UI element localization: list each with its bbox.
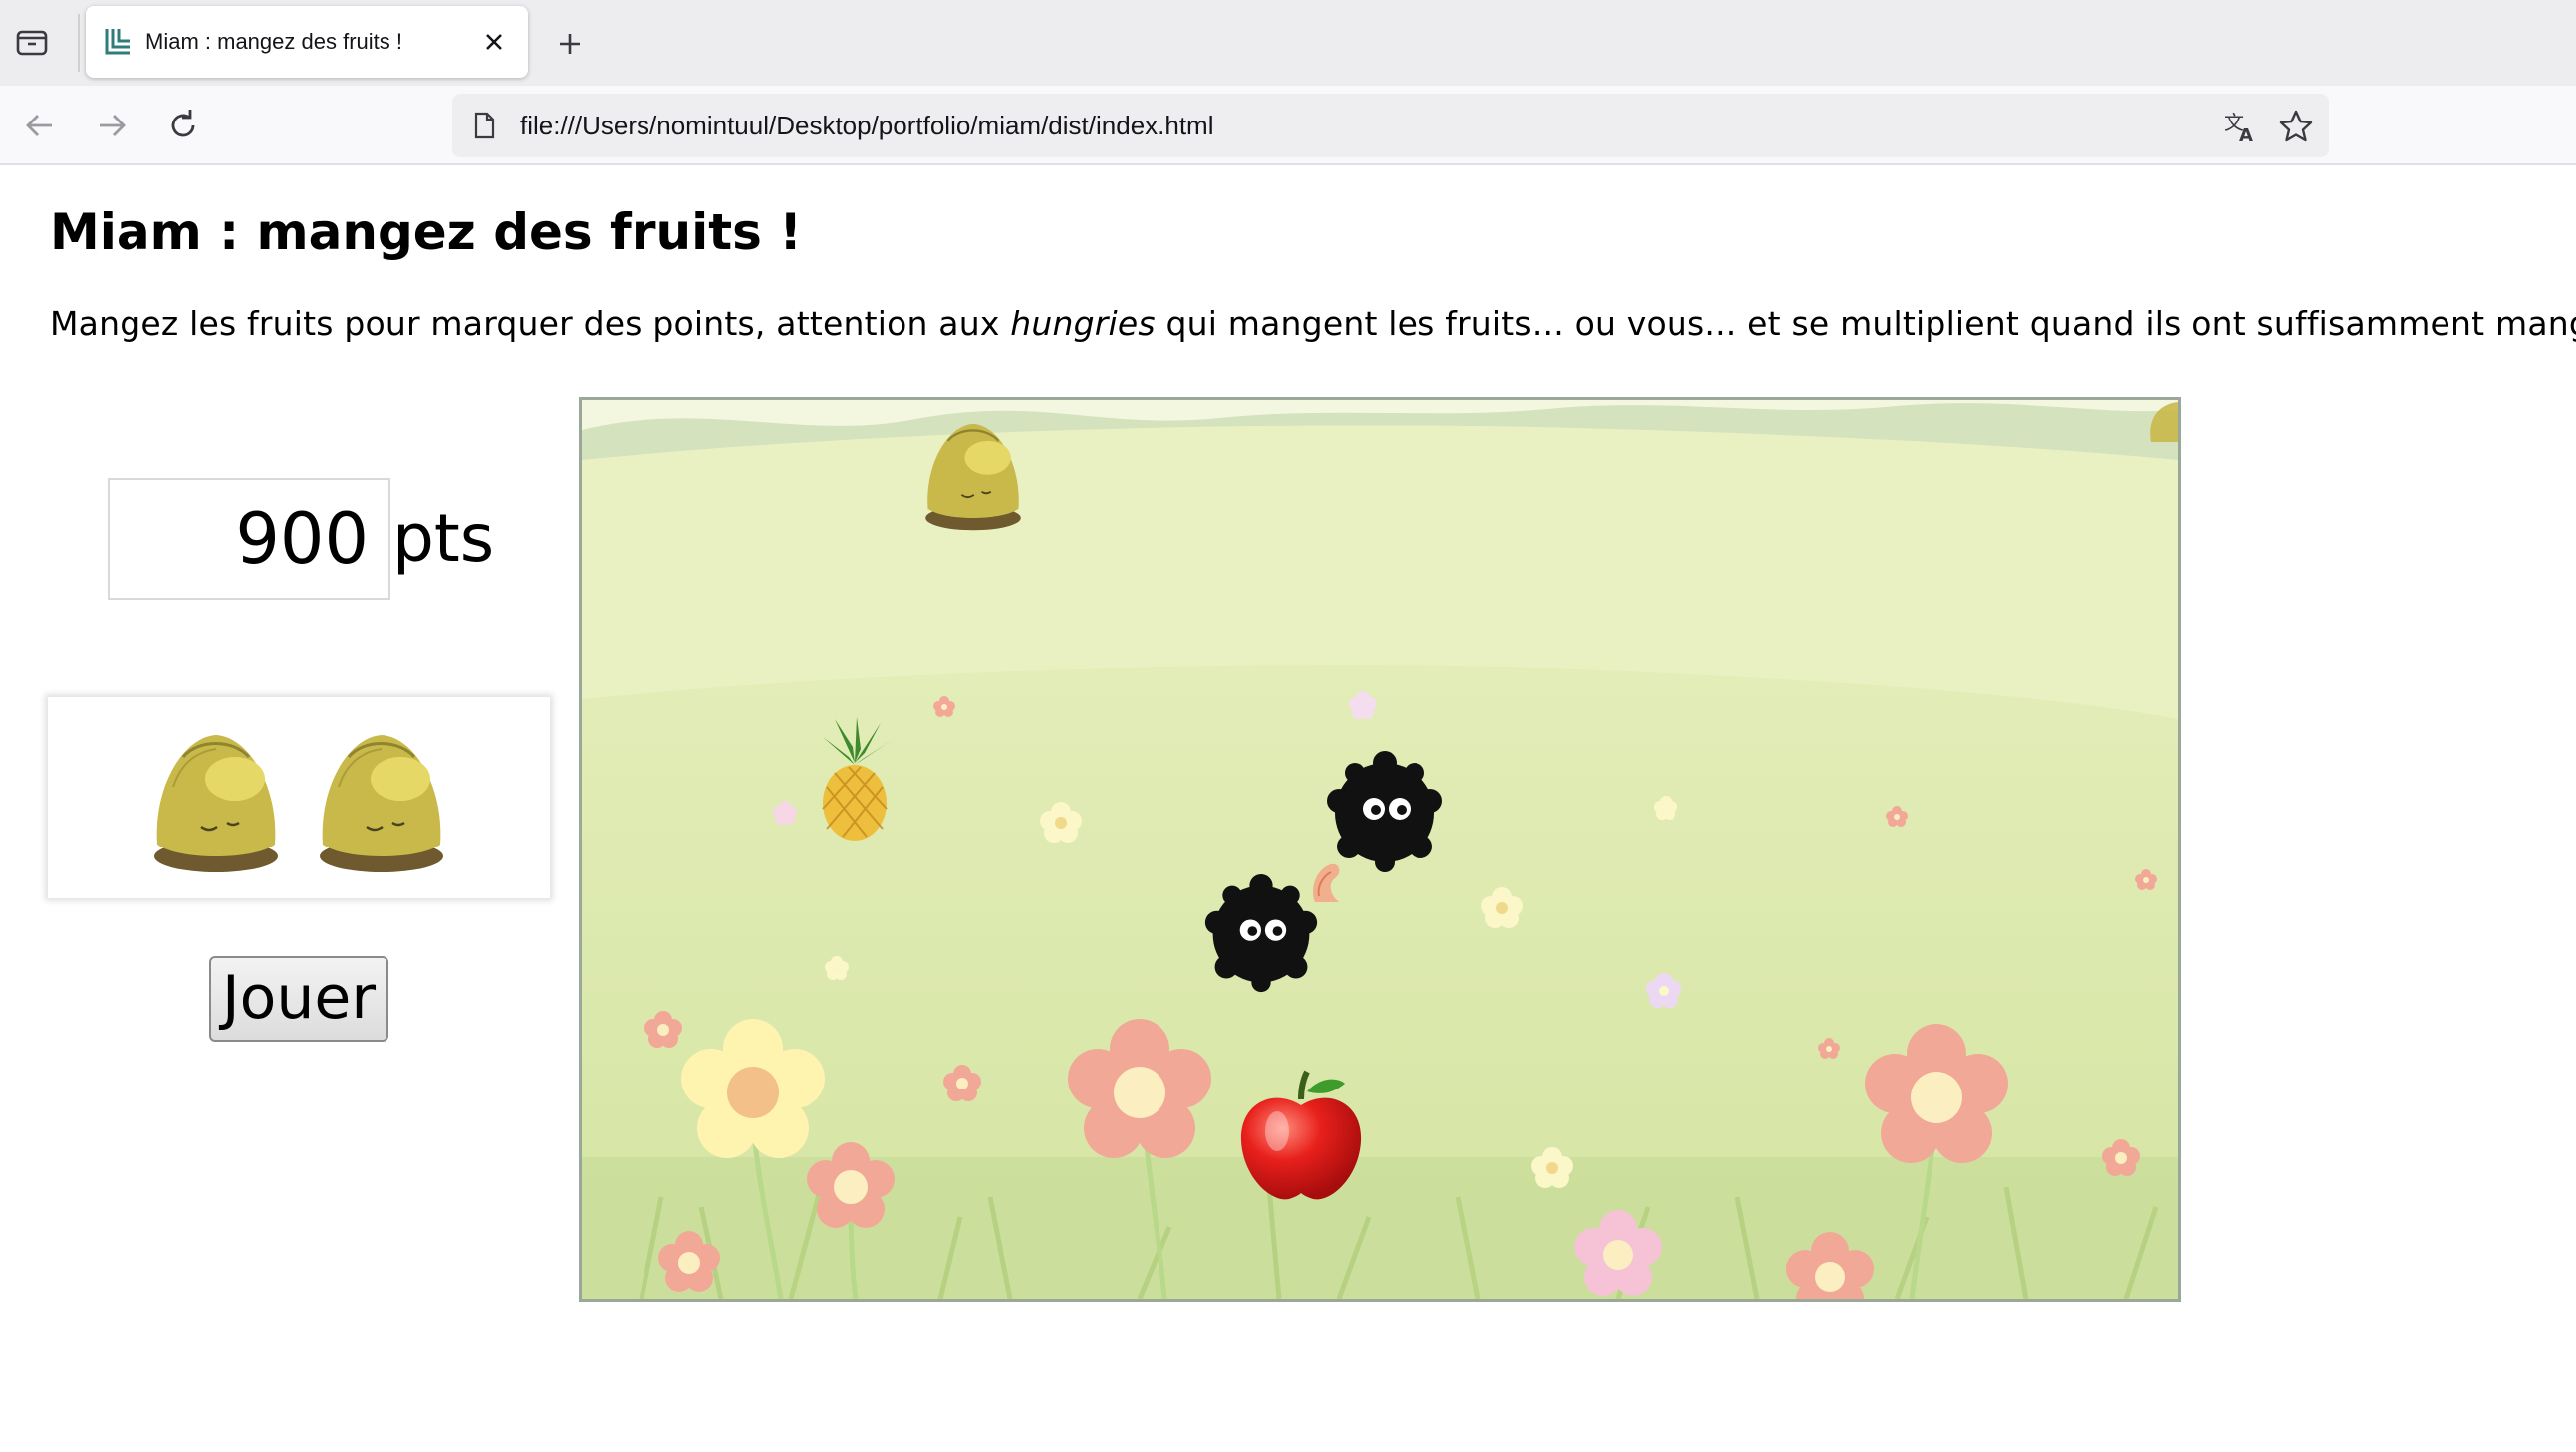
- back-arrow-icon[interactable]: [18, 104, 62, 147]
- lives-panel: [48, 697, 550, 898]
- tab-divider: [78, 14, 80, 72]
- intro-text-end: qui mangent les fruits... ou vous... et …: [1155, 304, 2576, 343]
- hungry-soot-icon: [1327, 751, 1442, 872]
- url-text[interactable]: file:///Users/nomintuul/Desktop/portfoli…: [520, 94, 1214, 157]
- translate-icon[interactable]: 文 A: [2221, 108, 2259, 145]
- intro-text: Mangez les fruits pour marquer des point…: [50, 304, 1011, 343]
- file-page-icon: [474, 112, 495, 139]
- pineapple-icon: [822, 717, 891, 841]
- tab-title: Miam : mangez des fruits !: [145, 29, 402, 54]
- browser-navigation-bar: file:///Users/nomintuul/Desktop/portfoli…: [0, 86, 2576, 165]
- close-tab-icon[interactable]: [476, 24, 512, 60]
- reload-icon[interactable]: [161, 104, 205, 147]
- svg-text:A: A: [2239, 125, 2253, 145]
- bookmark-star-icon[interactable]: [2277, 108, 2315, 145]
- new-tab-plus-icon[interactable]: [550, 24, 590, 64]
- shrimp-icon: [1312, 863, 1340, 902]
- page-title: Miam : mangez des fruits !: [50, 203, 803, 261]
- play-button[interactable]: Jouer: [209, 956, 388, 1042]
- score-unit: pts: [392, 500, 495, 577]
- intro-hungries-emphasis: hungries: [1010, 304, 1156, 343]
- browser-tab-bar: Miam : mangez des fruits !: [0, 0, 2576, 86]
- score-value: 900: [235, 498, 369, 580]
- tab-overview-icon[interactable]: [14, 24, 50, 60]
- life-kiwi-creature-icon: [320, 735, 443, 872]
- life-kiwi-creature-icon: [154, 735, 278, 872]
- site-favicon-icon: [105, 29, 130, 55]
- apple-icon: [1240, 1070, 1362, 1200]
- score-display: 900: [108, 478, 390, 600]
- address-bar[interactable]: file:///Users/nomintuul/Desktop/portfoli…: [452, 94, 2329, 157]
- browser-tab[interactable]: Miam : mangez des fruits !: [86, 6, 528, 78]
- game-canvas[interactable]: [579, 397, 2181, 1302]
- forward-arrow-icon[interactable]: [90, 104, 133, 147]
- player-kiwi-creature-icon: [925, 423, 1021, 531]
- page-intro: Mangez les fruits pour marquer des point…: [50, 304, 2576, 343]
